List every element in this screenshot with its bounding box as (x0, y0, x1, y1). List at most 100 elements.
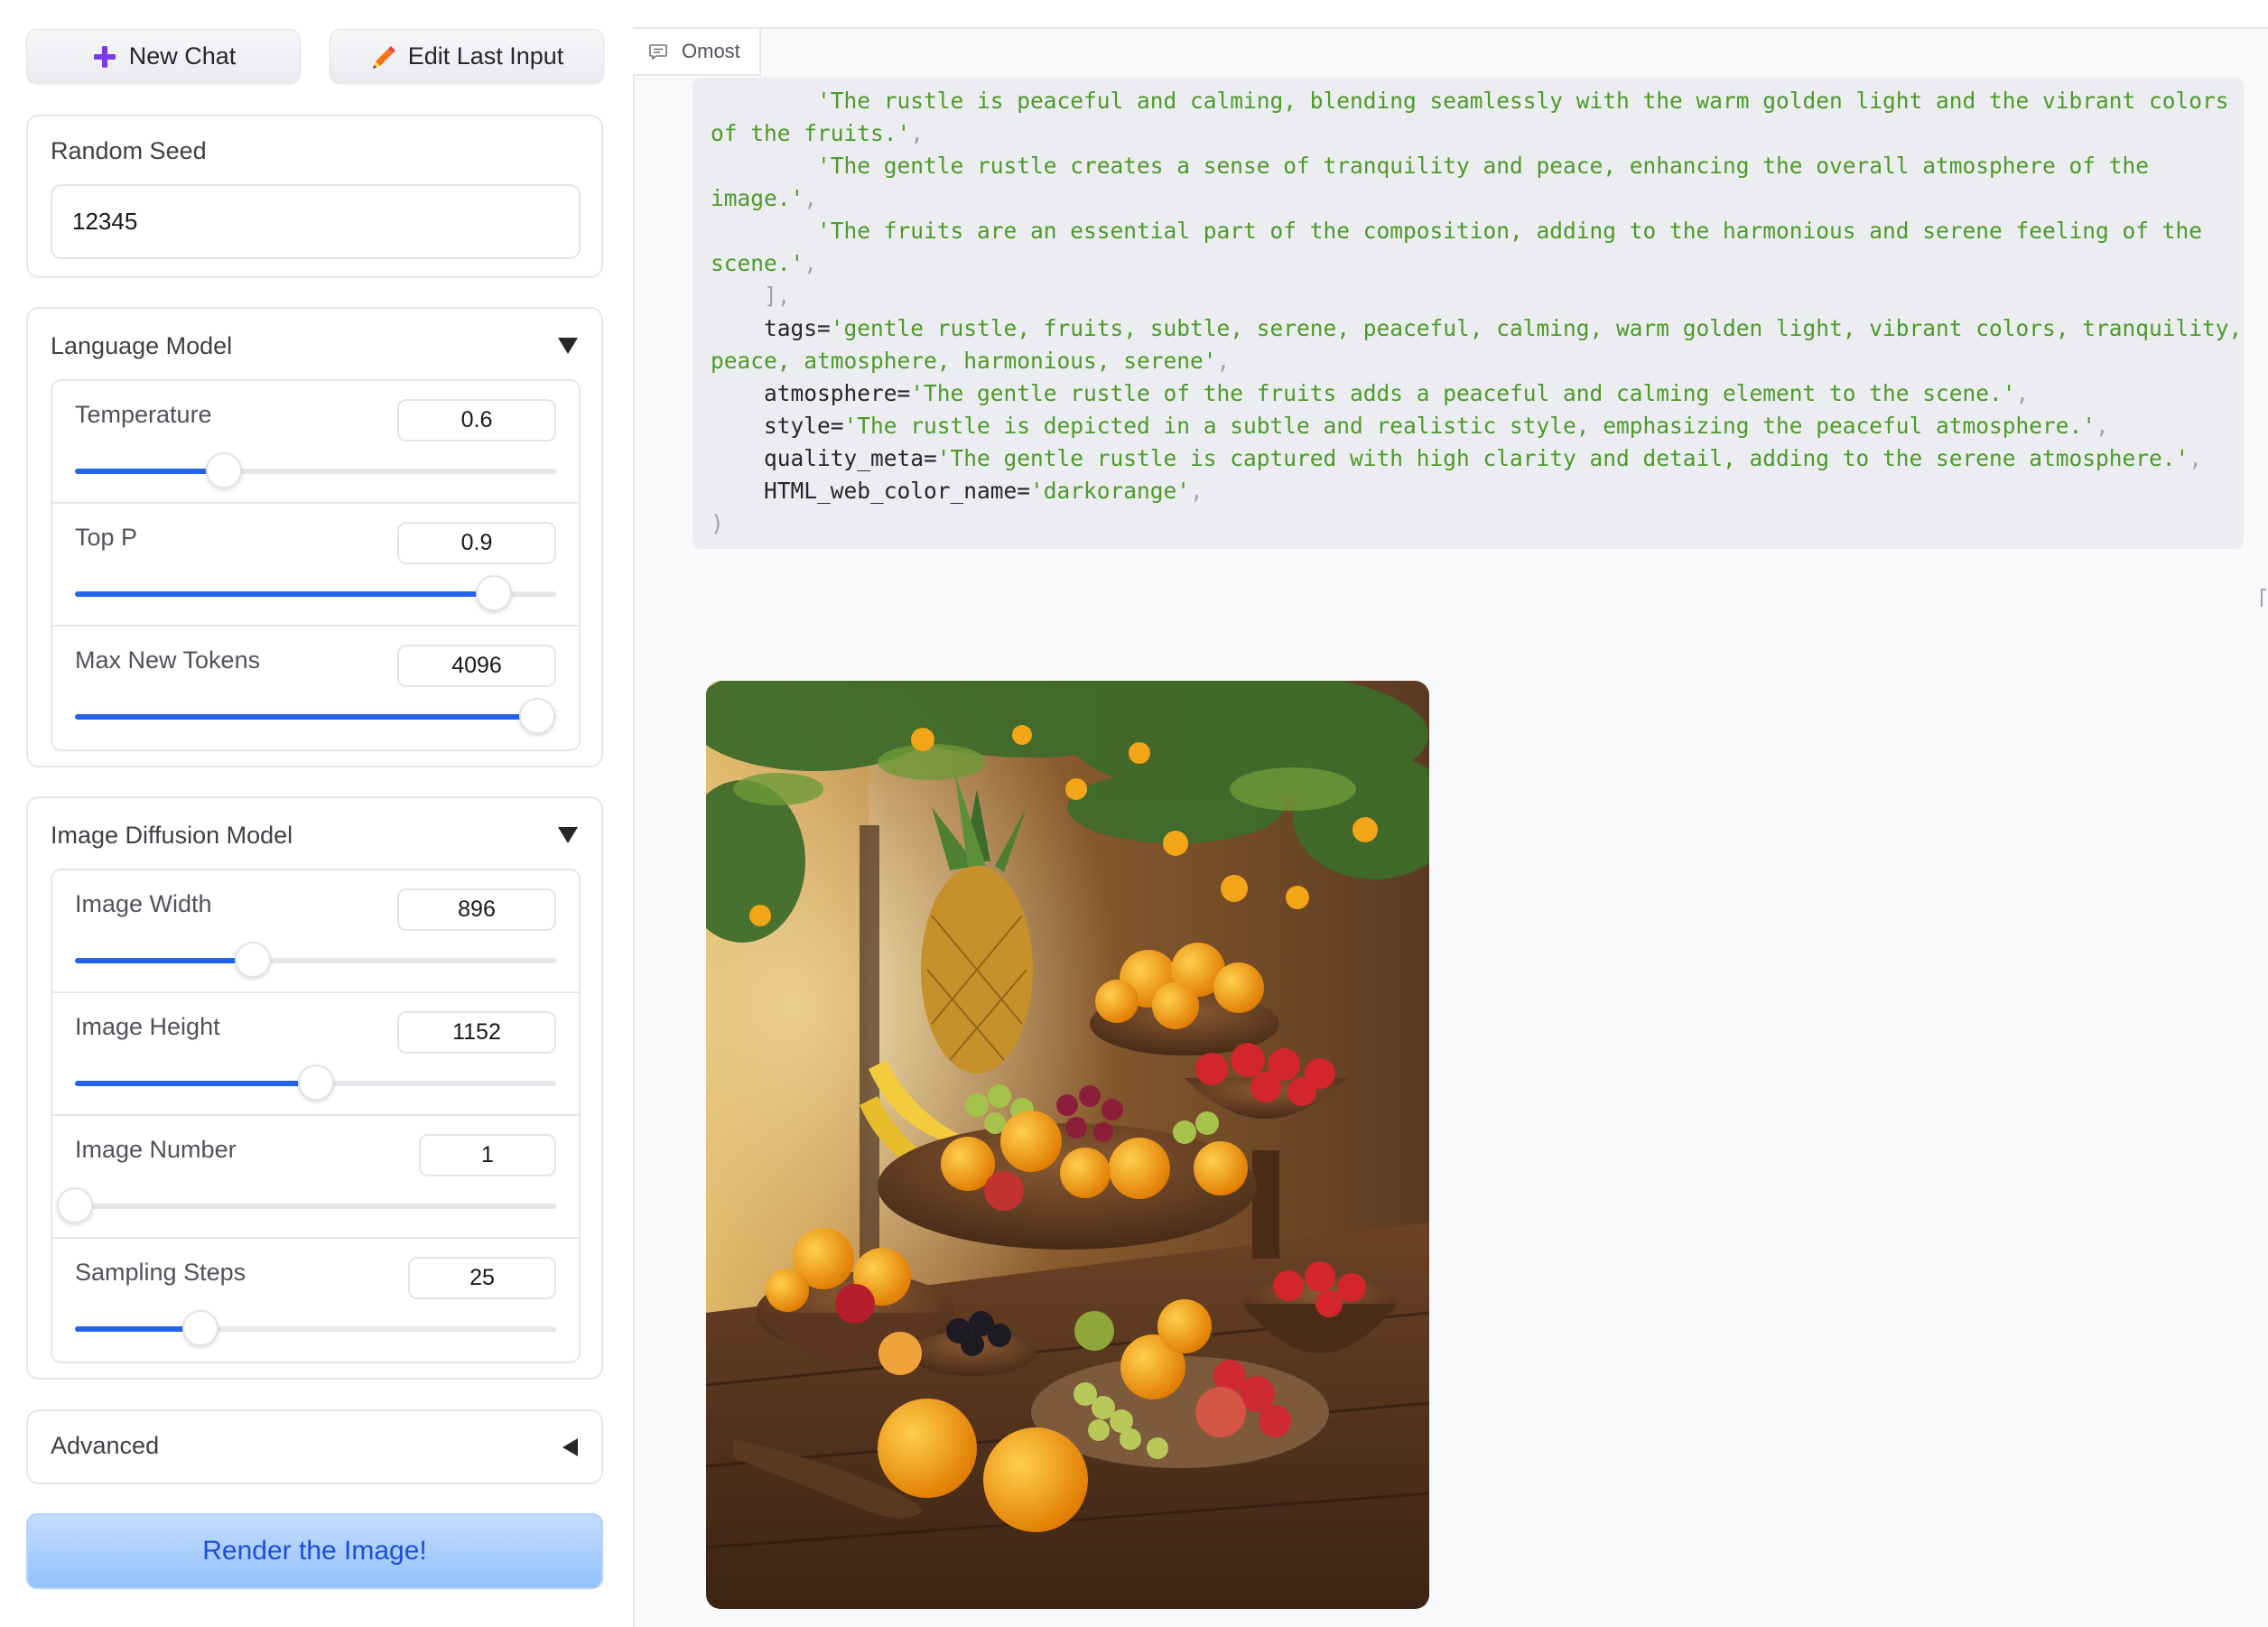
image-number-value-input[interactable]: 1 (419, 1134, 556, 1176)
random-seed-panel: Random Seed 12345 (26, 115, 603, 278)
max-new-tokens-slider[interactable] (75, 698, 556, 734)
triangle-down-icon[interactable] (558, 338, 578, 354)
code-token: , (804, 185, 818, 211)
code-block: 'The rustle is peaceful and calming, ble… (692, 78, 2244, 549)
random-seed-input[interactable]: 12345 (51, 184, 581, 259)
code-token: image.' (711, 185, 804, 211)
top-p-slider[interactable] (75, 575, 556, 611)
code-token: quality_meta= (711, 445, 937, 471)
edit-last-input-button[interactable]: Edit Last Input (330, 29, 604, 84)
resize-handle-icon[interactable] (2261, 589, 2266, 607)
code-token: scene.' (711, 250, 804, 276)
code-token: 'The gentle rustle is captured with high… (936, 445, 2189, 471)
code-line: of the fruits.', (711, 117, 2226, 150)
image-diffusion-model-title: Image Diffusion Model (51, 822, 293, 849)
plus-icon (93, 45, 116, 68)
code-token: 'The rustle is peaceful and calming, ble… (817, 88, 2229, 114)
edit-last-input-label: Edit Last Input (407, 42, 564, 70)
sampling-steps-slider-thumb[interactable] (181, 1310, 218, 1346)
code-line: 'The fruits are an essential part of the… (711, 215, 2226, 247)
image-height-value-input[interactable]: 1152 (397, 1011, 556, 1054)
temperature-slider-row: Temperature 0.6 (52, 381, 579, 504)
code-line: scene.', (711, 247, 2226, 280)
new-chat-button[interactable]: New Chat (26, 29, 301, 84)
code-token: , (910, 120, 925, 146)
code-token: , (2096, 413, 2109, 439)
sampling-steps-slider-fill (75, 1326, 200, 1332)
image-number-slider-thumb[interactable] (57, 1187, 93, 1223)
code-token: 'darkorange' (1030, 478, 1191, 504)
image-height-slider[interactable] (75, 1065, 556, 1101)
top-p-label: Top P (75, 524, 138, 551)
cropped-footer-text (26, 1614, 135, 1627)
code-line: peace, atmosphere, harmonious, serene', (711, 345, 2226, 377)
image-number-slider-row: Image Number 1 (52, 1116, 579, 1239)
advanced-title: Advanced (51, 1432, 160, 1459)
top-p-slider-thumb[interactable] (475, 575, 512, 611)
top-p-value-input[interactable]: 0.9 (397, 522, 556, 564)
chat-tab-omost[interactable]: Omost (633, 29, 761, 76)
max-new-tokens-value-input[interactable]: 4096 (397, 645, 556, 687)
temperature-label: Temperature (75, 401, 212, 428)
triangle-left-icon[interactable] (562, 1438, 578, 1456)
code-token: HTML_web_color_name= (711, 478, 1031, 504)
language-model-sliders: Temperature 0.6 Top P 0.9 Max New Tokens… (51, 379, 581, 751)
code-token: 'The gentle rustle of the fruits adds a … (910, 380, 2016, 406)
sidebar: New Chat Edit Last Input Random Seed 123… (0, 0, 633, 1627)
code-line: atmosphere='The gentle rustle of the fru… (711, 377, 2226, 410)
generated-fruit-image[interactable] (706, 681, 1429, 1609)
temperature-slider[interactable] (75, 452, 556, 488)
render-image-button[interactable]: Render the Image! (26, 1513, 603, 1589)
random-seed-label: Random Seed (51, 137, 207, 164)
max-new-tokens-label: Max New Tokens (75, 646, 261, 674)
code-token: tags= (711, 315, 831, 341)
code-token: 'The rustle is depicted in a subtle and … (843, 413, 2096, 439)
top-p-slider-row: Top P 0.9 (52, 504, 579, 627)
image-width-slider[interactable] (75, 942, 556, 978)
code-token: ) (711, 510, 724, 536)
chat-tab-label: Omost (682, 40, 740, 62)
code-token: , (2189, 445, 2203, 471)
sampling-steps-slider[interactable] (75, 1310, 556, 1346)
language-model-panel: Language Model Temperature 0.6 Top P 0.9 (26, 307, 603, 767)
image-diffusion-sliders: Image Width 896 Image Height 1152 Image … (51, 869, 581, 1363)
code-line: style='The rustle is depicted in a subtl… (711, 410, 2226, 442)
image-height-slider-row: Image Height 1152 (52, 993, 579, 1116)
code-token: 'The gentle rustle creates a sense of tr… (817, 153, 2150, 179)
new-chat-label: New Chat (128, 42, 237, 70)
image-height-slider-thumb[interactable] (297, 1065, 334, 1101)
code-token: 'gentle rustle, fruits, subtle, serene, … (830, 315, 2243, 341)
image-width-value-input[interactable]: 896 (397, 888, 556, 931)
sampling-steps-slider-row: Sampling Steps 25 (52, 1239, 579, 1362)
max-new-tokens-slider-row: Max New Tokens 4096 (52, 627, 579, 749)
code-token: , (1216, 348, 1231, 374)
code-token: 'The fruits are an essential part of the… (817, 218, 2203, 244)
chat-bubble-icon (649, 44, 667, 60)
max-new-tokens-slider-fill (75, 714, 537, 720)
image-width-slider-fill (75, 958, 254, 963)
image-width-slider-thumb[interactable] (235, 942, 272, 978)
image-height-slider-fill (75, 1081, 316, 1086)
temperature-slider-fill (75, 469, 225, 474)
temperature-value-input[interactable]: 0.6 (397, 399, 556, 442)
temperature-slider-thumb[interactable] (206, 452, 243, 488)
fruit-still-life-illustration (706, 681, 1429, 1609)
sampling-steps-value-input[interactable]: 25 (408, 1257, 556, 1299)
image-number-slider[interactable] (57, 1187, 556, 1223)
code-token: of the fruits.' (711, 120, 911, 146)
triangle-down-icon[interactable] (558, 827, 578, 843)
sampling-steps-label: Sampling Steps (75, 1259, 246, 1286)
code-line: 'The gentle rustle creates a sense of tr… (711, 150, 2226, 182)
language-model-title: Language Model (51, 332, 233, 359)
code-line: ], (711, 280, 2226, 312)
max-new-tokens-slider-thumb[interactable] (518, 698, 555, 734)
code-token: , (2015, 380, 2030, 406)
code-line: ) (711, 507, 2226, 540)
advanced-panel[interactable]: Advanced (26, 1409, 603, 1484)
pencil-icon (372, 45, 395, 69)
code-token: style= (711, 413, 844, 439)
code-line: quality_meta='The gentle rustle is captu… (711, 442, 2226, 475)
